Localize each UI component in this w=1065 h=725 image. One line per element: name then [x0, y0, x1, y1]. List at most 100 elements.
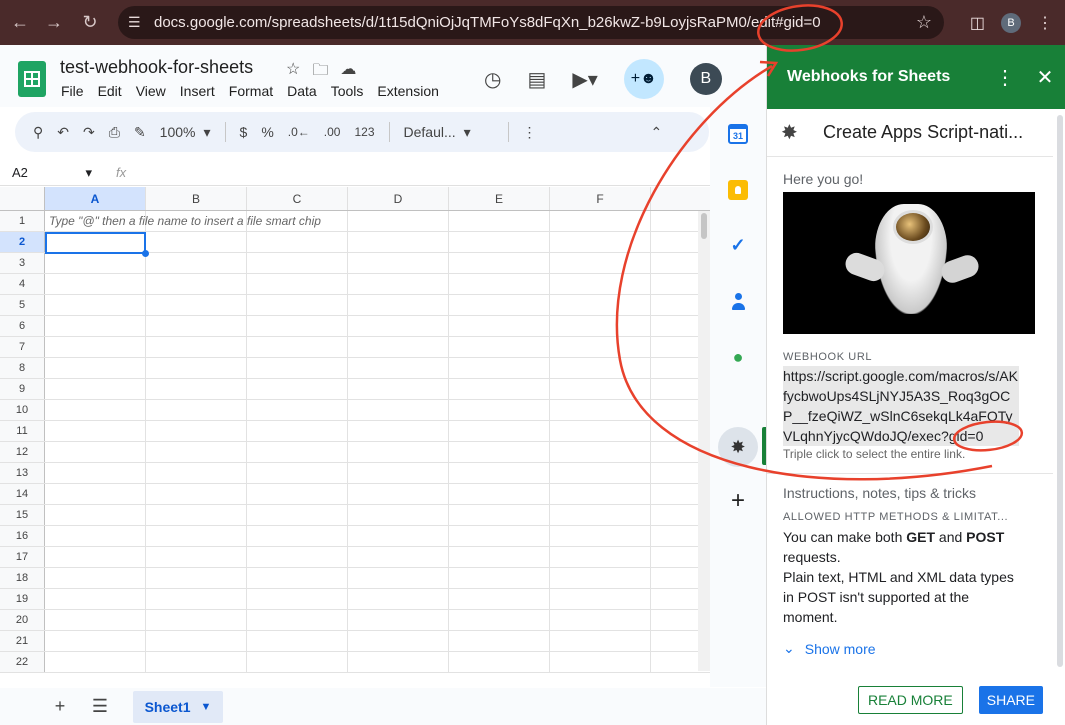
row-header[interactable]: 19 — [0, 589, 45, 609]
read-more-button[interactable]: READ MORE — [857, 686, 963, 714]
bookmark-star-icon[interactable]: ☆ — [916, 12, 932, 33]
row-cells[interactable] — [45, 505, 710, 525]
contacts-icon[interactable] — [728, 291, 748, 311]
paint-format-icon[interactable]: ✎ — [134, 124, 146, 141]
webhook-addon-icon[interactable]: ✸ — [718, 427, 758, 467]
all-sheets-icon[interactable]: ☰ — [80, 696, 120, 717]
close-icon[interactable]: ✕ — [1025, 65, 1065, 90]
row-header[interactable]: 17 — [0, 547, 45, 567]
row-cells[interactable] — [45, 337, 710, 357]
row-header[interactable]: 9 — [0, 379, 45, 399]
sheet-tab-sheet1[interactable]: Sheet1 ▼ — [133, 691, 223, 723]
row-cells[interactable] — [45, 400, 710, 420]
row-header[interactable]: 22 — [0, 652, 45, 672]
row-header[interactable]: 20 — [0, 610, 45, 630]
webhook-url-value[interactable]: https://script.google.com/macros/s/AKfyc… — [783, 366, 1019, 446]
more-options-icon[interactable]: ⋮ — [523, 124, 537, 141]
percent-format-button[interactable]: % — [261, 124, 273, 140]
menu-tools[interactable]: Tools — [331, 83, 364, 99]
menu-edit[interactable]: Edit — [98, 83, 122, 99]
row-cells[interactable] — [45, 652, 710, 672]
row-header[interactable]: 15 — [0, 505, 45, 525]
meet-icon[interactable]: ▶▾ — [572, 67, 597, 92]
site-settings-icon[interactable]: ☰ — [128, 14, 154, 31]
browser-menu-icon[interactable]: ⋮ — [1037, 13, 1053, 33]
font-select[interactable]: Defaul... ▾ — [404, 124, 494, 141]
row-header[interactable]: 21 — [0, 631, 45, 651]
document-title[interactable]: test-webhook-for-sheets — [60, 57, 253, 78]
maps-icon[interactable]: ● — [728, 347, 748, 367]
panel-scrollbar[interactable] — [1057, 115, 1063, 667]
row-header[interactable]: 2 — [0, 232, 45, 252]
select-all-corner[interactable] — [0, 187, 45, 210]
profile-avatar[interactable]: B — [1001, 12, 1021, 33]
row-header[interactable]: 3 — [0, 253, 45, 273]
menu-file[interactable]: File — [61, 83, 84, 99]
row-header[interactable]: 10 — [0, 400, 45, 420]
currency-format-button[interactable]: $ — [240, 124, 248, 140]
row-header[interactable]: 14 — [0, 484, 45, 504]
menu-data[interactable]: Data — [287, 83, 317, 99]
get-addons-icon[interactable]: + — [728, 487, 748, 514]
keep-icon[interactable] — [728, 180, 748, 200]
share-button[interactable]: SHARE — [978, 686, 1043, 714]
star-icon[interactable]: ☆ — [286, 59, 300, 86]
menu-view[interactable]: View — [136, 83, 166, 99]
back-icon[interactable]: ← — [6, 9, 34, 37]
calendar-icon[interactable]: 31 — [728, 124, 748, 144]
chevron-down-icon[interactable]: ▼ — [201, 701, 212, 713]
account-avatar[interactable]: B — [689, 63, 722, 95]
show-more-link[interactable]: ⌄ Show more — [783, 640, 1049, 657]
spreadsheet-grid[interactable]: A B C D E F 1 Type "@" then a file name t… — [0, 187, 710, 675]
cloud-saved-icon[interactable]: ☁ — [340, 59, 356, 86]
version-history-icon[interactable]: ◷ — [484, 67, 501, 92]
row-cells[interactable] — [45, 358, 710, 378]
side-panel-icon[interactable]: ◫ — [970, 13, 985, 33]
row-cells[interactable] — [45, 442, 710, 462]
share-people-icon[interactable]: +☻ — [623, 59, 664, 99]
row-header[interactable]: 11 — [0, 421, 45, 441]
comments-icon[interactable]: ▤ — [527, 67, 546, 92]
panel-more-icon[interactable]: ⋮ — [985, 65, 1025, 90]
row-cells[interactable]: Type "@" then a file name to insert a fi… — [45, 211, 710, 231]
reload-icon[interactable]: ↻ — [76, 9, 104, 37]
row-cells[interactable] — [45, 610, 710, 630]
scrollbar-thumb[interactable] — [701, 213, 707, 239]
row-cells[interactable] — [45, 274, 710, 294]
increase-decimal-button[interactable]: .00 — [324, 125, 341, 139]
column-header-b[interactable]: B — [146, 187, 247, 210]
row-header[interactable]: 13 — [0, 463, 45, 483]
name-box[interactable]: A2 ▾ — [0, 165, 100, 181]
row-cells[interactable] — [45, 421, 710, 441]
row-cells[interactable] — [45, 589, 710, 609]
number-format-button[interactable]: 123 — [354, 125, 374, 139]
column-header-a[interactable]: A — [45, 187, 146, 210]
row-cells[interactable] — [45, 379, 710, 399]
row-cells[interactable] — [45, 526, 710, 546]
row-cells[interactable] — [45, 316, 710, 336]
address-bar[interactable]: ☰ docs.google.com/spreadsheets/d/1t15dQn… — [118, 6, 944, 39]
menu-format[interactable]: Format — [229, 83, 273, 99]
row-header[interactable]: 18 — [0, 568, 45, 588]
search-menus-icon[interactable]: ⚲ — [33, 124, 43, 141]
decrease-decimal-button[interactable]: .0← — [288, 125, 310, 139]
move-folder-icon[interactable]: 🗀 — [312, 59, 328, 86]
column-header-c[interactable]: C — [247, 187, 348, 210]
selected-cell-a2[interactable] — [45, 232, 149, 257]
zoom-select[interactable]: 100% ▾ — [160, 124, 211, 141]
vertical-scrollbar[interactable] — [698, 211, 710, 671]
row-cells[interactable] — [45, 463, 710, 483]
undo-icon[interactable]: ↶ — [57, 124, 69, 141]
menu-extensions[interactable]: Extension — [377, 83, 438, 99]
row-header[interactable]: 16 — [0, 526, 45, 546]
row-header[interactable]: 7 — [0, 337, 45, 357]
row-cells[interactable] — [45, 547, 710, 567]
row-header[interactable]: 12 — [0, 442, 45, 462]
row-header[interactable]: 5 — [0, 295, 45, 315]
row-cells[interactable] — [45, 631, 710, 651]
print-icon[interactable]: ⎙ — [109, 124, 120, 141]
collapse-toolbar-icon[interactable]: ⌃ — [651, 124, 663, 141]
sheets-logo-icon[interactable] — [18, 61, 46, 97]
row-header[interactable]: 6 — [0, 316, 45, 336]
row-header[interactable]: 4 — [0, 274, 45, 294]
